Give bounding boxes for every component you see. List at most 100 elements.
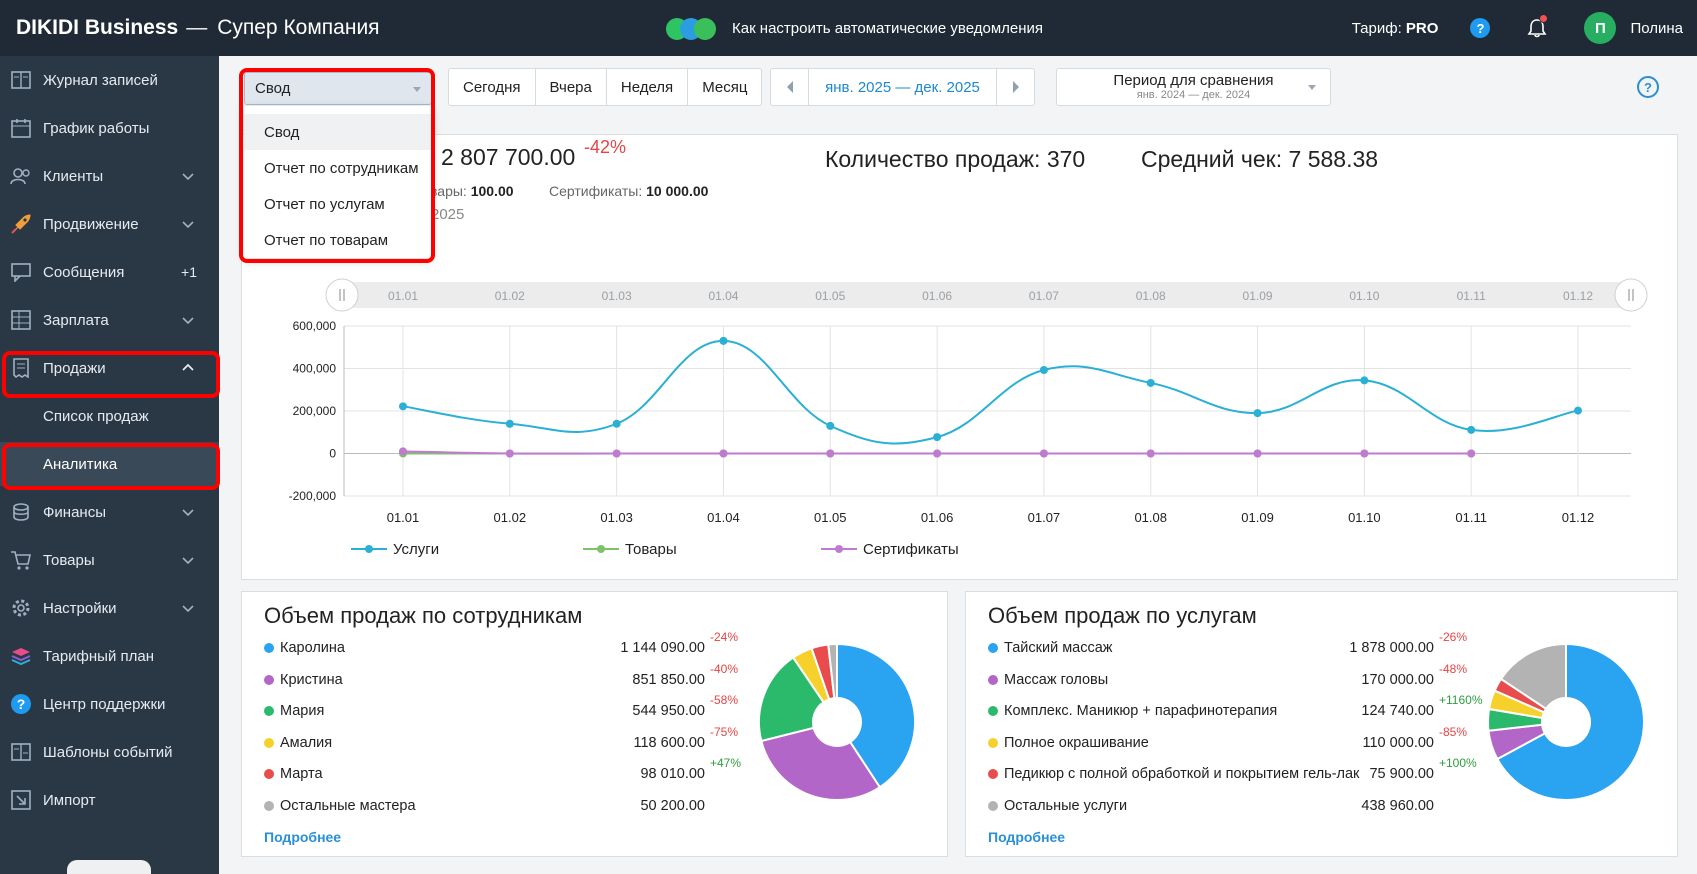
range-handle-left bbox=[325, 278, 359, 312]
employees-more-link[interactable]: Подробнее bbox=[264, 829, 341, 845]
period-range[interactable]: янв. 2025 — дек. 2025 bbox=[809, 79, 996, 96]
notifications-promo-link[interactable]: Как настроить автоматические уведомления bbox=[666, 13, 1043, 43]
sidebar-item-schedule[interactable]: График работы bbox=[0, 106, 219, 150]
services-more-link[interactable]: Подробнее bbox=[988, 829, 1065, 845]
row-delta: +100% bbox=[1439, 756, 1477, 770]
legend-row[interactable]: Массаж головы 170 000.00 -48% bbox=[988, 662, 1467, 690]
sidebar-item-journal[interactable]: Журнал записей bbox=[0, 58, 219, 102]
sidebar-item-event-templates[interactable]: Шаблоны событий bbox=[0, 730, 219, 774]
sales-line-chart: 01.01 01.02 01.03 01.04 01.05 01.06 01.07 01.08… bbox=[289, 278, 1648, 525]
messenger-icons bbox=[666, 14, 722, 42]
row-label: Полное окрашивание bbox=[1004, 734, 1149, 751]
x-tick-label: 01.11 bbox=[1455, 510, 1487, 525]
data-point bbox=[1253, 409, 1262, 418]
x-tick-label: 01.08 bbox=[1134, 510, 1167, 525]
data-point bbox=[505, 449, 514, 458]
legend-row[interactable]: Тайский массаж 1 878 000.00 -26% bbox=[988, 630, 1467, 658]
color-dot bbox=[988, 674, 998, 685]
brand[interactable]: DIKIDI Business — Супер Компания bbox=[16, 16, 380, 40]
messages-icon bbox=[10, 261, 32, 283]
legend-row[interactable]: Каролина 1 144 090.00 -24% bbox=[264, 630, 738, 658]
certificates-total: Сертификаты: 10 000.00 bbox=[549, 183, 709, 199]
compare-period-select[interactable]: Период для сравнения янв. 2024 — дек. 20… bbox=[1056, 68, 1331, 106]
color-dot bbox=[264, 706, 274, 716]
sidebar-subitem-analytics[interactable]: Аналитика bbox=[0, 442, 219, 486]
caret-down-icon bbox=[1308, 85, 1316, 90]
option-goods-report[interactable]: Отчет по товарам bbox=[244, 222, 432, 258]
period-picker: янв. 2025 — дек. 2025 bbox=[770, 68, 1035, 106]
legend-row[interactable]: Полное окрашивание 110 000.00 -85% bbox=[988, 725, 1467, 753]
sidebar-item-clients[interactable]: Клиенты bbox=[0, 154, 219, 198]
option-employees-report[interactable]: Отчет по сотрудникам bbox=[244, 150, 432, 186]
user-name[interactable]: Полина bbox=[1630, 20, 1683, 37]
chevron-down-icon bbox=[182, 605, 194, 613]
brand-name: DIKIDI Business bbox=[16, 16, 179, 39]
sidebar-item-goods[interactable]: Товары bbox=[0, 538, 219, 582]
receipt-icon bbox=[10, 357, 32, 379]
row-label: Амалия bbox=[280, 734, 333, 751]
legend-row[interactable]: Марта 98 010.00 +47% bbox=[264, 756, 741, 784]
option-services-report[interactable]: Отчет по услугам bbox=[244, 186, 432, 222]
data-point bbox=[399, 402, 407, 411]
row-delta: +1160% bbox=[1439, 693, 1483, 707]
color-dot bbox=[988, 800, 998, 811]
legend-row[interactable]: Остальные услуги 438 960.00 bbox=[988, 796, 1434, 816]
sidebar-item-salary[interactable]: Зарплата bbox=[0, 298, 219, 342]
avatar[interactable]: П bbox=[1584, 12, 1617, 44]
prev-period-button[interactable] bbox=[771, 69, 809, 105]
sidebar-item-sales[interactable]: Продажи bbox=[0, 346, 219, 390]
series-services-line bbox=[402, 339, 1579, 445]
sidebar-item-messages[interactable]: Сообщения +1 bbox=[0, 250, 219, 294]
data-point bbox=[719, 336, 728, 345]
data-point bbox=[1360, 449, 1369, 458]
next-period-button[interactable] bbox=[996, 69, 1034, 105]
sms-icon bbox=[694, 18, 716, 40]
option-summary[interactable]: Свод bbox=[244, 114, 432, 150]
services-panel-title: Объем продаж по услугам bbox=[988, 603, 1257, 628]
sidebar-item-support[interactable]: ? Центр поддержки bbox=[0, 682, 219, 726]
color-dot bbox=[264, 674, 274, 685]
y-tick-label: -200,000 bbox=[289, 489, 337, 503]
sidebar-item-promotion[interactable]: Продвижение bbox=[0, 202, 219, 246]
legend-item-services[interactable]: Услуги bbox=[351, 538, 439, 560]
legend-row[interactable]: Педикюр с полной обработкой и покрытием … bbox=[988, 756, 1477, 784]
row-delta: -40% bbox=[710, 661, 739, 676]
x-tick-label: 01.12 bbox=[1562, 510, 1595, 525]
sidebar: Журнал записей График работы Клиенты Про… bbox=[0, 56, 219, 874]
compare-label: Период для сравнения bbox=[1113, 72, 1274, 89]
sidebar-subitem-sales-list[interactable]: Список продаж bbox=[0, 394, 219, 438]
collapse-tab[interactable] bbox=[67, 860, 151, 874]
sidebar-item-tariff-plan[interactable]: Тарифный план bbox=[0, 634, 219, 678]
tariff-label[interactable]: Тариф: PRO bbox=[1352, 20, 1439, 37]
row-label: Кристина bbox=[280, 671, 343, 688]
report-type-select[interactable]: Свод bbox=[244, 72, 432, 105]
sidebar-item-finance[interactable]: Финансы bbox=[0, 490, 219, 534]
legend-row[interactable]: Остальные мастера 50 200.00 bbox=[264, 796, 705, 816]
data-point bbox=[1146, 378, 1155, 387]
legend-row[interactable]: Мария 544 950.00 -58% bbox=[264, 693, 738, 721]
help-icon[interactable]: ? bbox=[1470, 18, 1491, 38]
layers-icon bbox=[10, 645, 32, 667]
report-type-dropdown: Свод Отчет по сотрудникам Отчет по услуг… bbox=[244, 106, 432, 258]
row-delta: -26% bbox=[1439, 630, 1468, 644]
svg-text:?: ? bbox=[17, 696, 26, 712]
legend-row[interactable]: Комплекс. Маникюр + парафинотерапия 124 7… bbox=[988, 693, 1482, 721]
legend-row[interactable]: Амалия 118 600.00 -75% bbox=[264, 725, 738, 753]
legend-item-goods[interactable]: Товары bbox=[583, 538, 677, 560]
data-point bbox=[1360, 376, 1369, 385]
yesterday-button[interactable]: Вчера bbox=[536, 69, 607, 105]
chevron-up-icon bbox=[182, 363, 194, 371]
week-button[interactable]: Неделя bbox=[607, 69, 689, 105]
legend-row[interactable]: Кристина 851 850.00 -40% bbox=[264, 662, 738, 690]
sidebar-item-settings[interactable]: Настройки bbox=[0, 586, 219, 630]
sidebar-item-import[interactable]: Импорт bbox=[0, 778, 219, 822]
x-tick-label: 01.07 bbox=[1028, 510, 1061, 525]
chevron-down-icon bbox=[182, 221, 194, 229]
month-button[interactable]: Месяц bbox=[688, 69, 761, 105]
templates-icon bbox=[10, 741, 32, 763]
legend-item-certificates[interactable]: Сертификаты bbox=[821, 538, 959, 560]
today-button[interactable]: Сегодня bbox=[449, 69, 536, 105]
row-delta: -24% bbox=[710, 630, 739, 644]
help-icon[interactable]: ? bbox=[1637, 76, 1659, 98]
bell-icon[interactable] bbox=[1526, 14, 1549, 39]
